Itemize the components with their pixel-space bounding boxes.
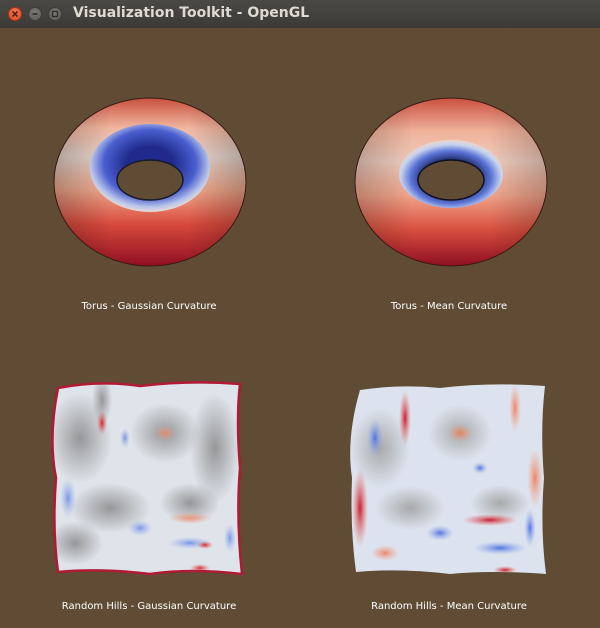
- torus-gaussian-render: [53, 97, 247, 267]
- random-hills-gaussian-render: [51, 381, 244, 576]
- minimize-button[interactable]: [28, 7, 42, 21]
- torus-mean-render: [354, 97, 548, 267]
- minimize-icon: [32, 13, 38, 15]
- title-bar[interactable]: Visualization Toolkit - OpenGL: [0, 0, 600, 29]
- maximize-button[interactable]: [48, 7, 62, 21]
- vtk-window: Visualization Toolkit - OpenGL Torus - G…: [0, 0, 600, 628]
- close-button[interactable]: [8, 7, 22, 21]
- maximize-icon: [51, 10, 59, 18]
- window-title: Visualization Toolkit - OpenGL: [73, 5, 310, 21]
- caption-random-hills-gaussian: Random Hills - Gaussian Curvature: [61, 601, 237, 612]
- random-hills-mean-render: [350, 384, 547, 575]
- caption-torus-gaussian: Torus - Gaussian Curvature: [81, 301, 217, 312]
- render-viewport[interactable]: Torus - Gaussian Curvature Torus - Mean …: [0, 28, 600, 628]
- close-icon: [11, 10, 19, 18]
- caption-random-hills-mean: Random Hills - Mean Curvature: [371, 601, 527, 612]
- caption-torus-mean: Torus - Mean Curvature: [390, 301, 508, 312]
